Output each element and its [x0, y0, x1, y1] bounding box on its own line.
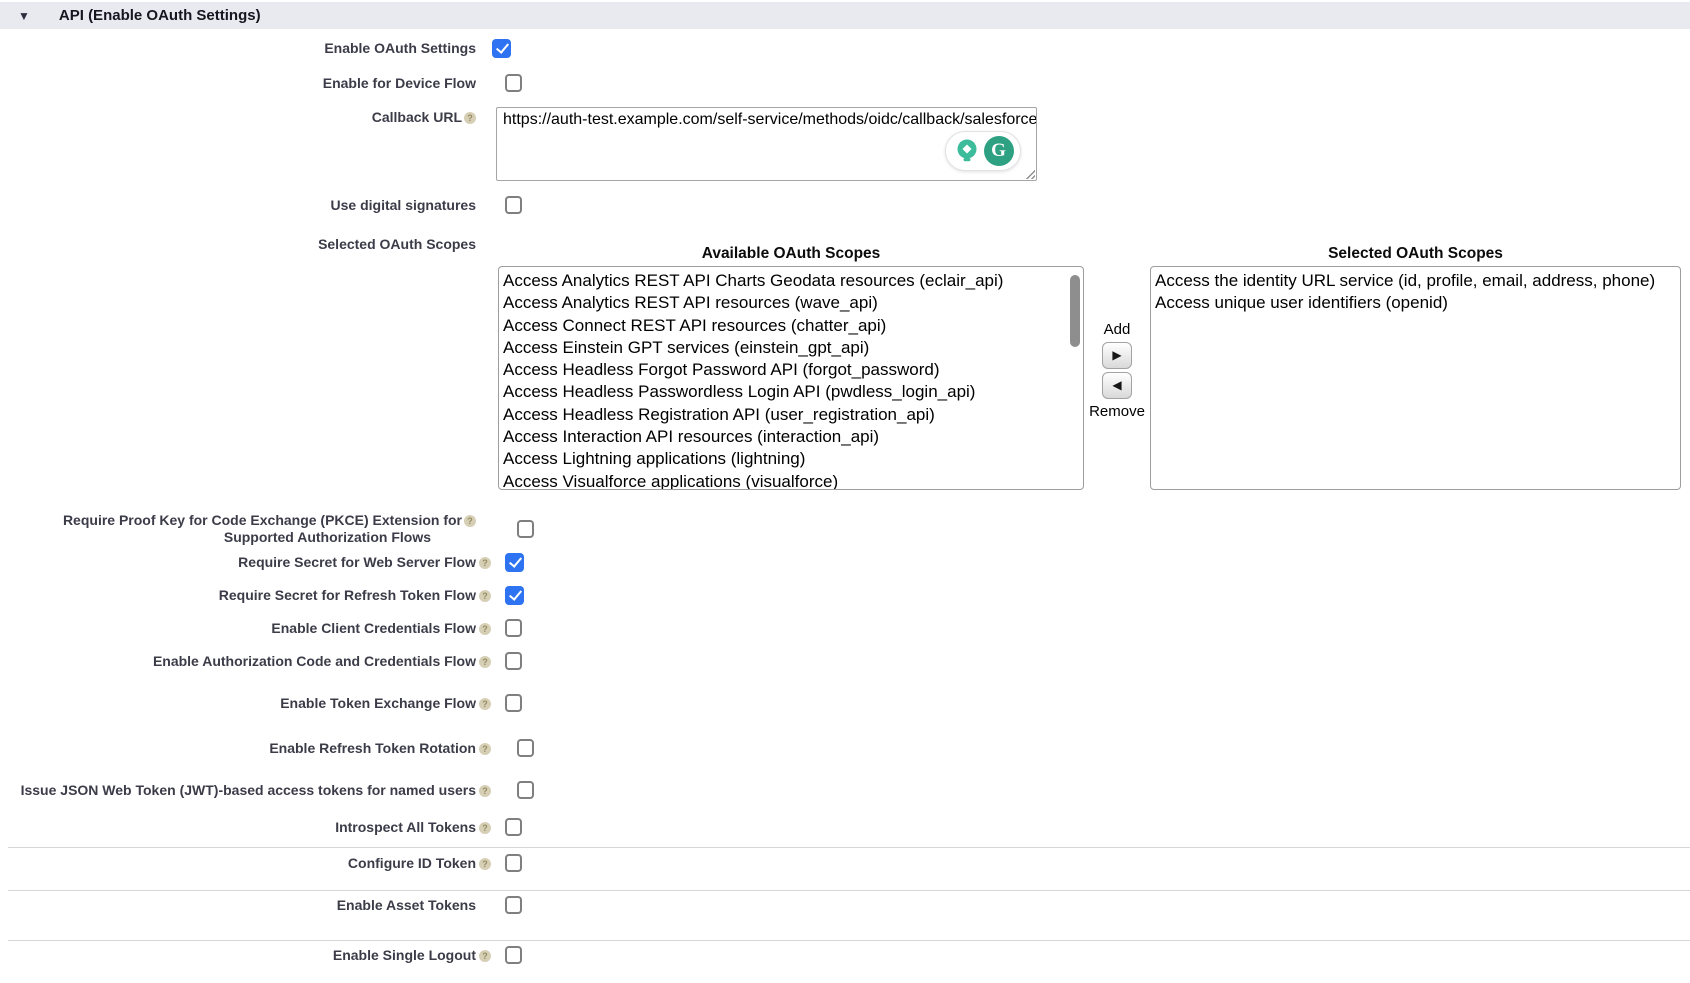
web-server-flow-checkbox[interactable]: [505, 553, 524, 572]
jwt-named-users-row: Issue JSON Web Token (JWT)-based access …: [0, 780, 1690, 800]
help-icon[interactable]: ?: [479, 743, 491, 755]
row-divider: [8, 890, 1690, 891]
help-icon[interactable]: ?: [479, 858, 491, 870]
pkce-row: Require Proof Key for Code Exchange (PKC…: [0, 512, 1690, 546]
scope-option[interactable]: Access Einstein GPT services (einstein_g…: [503, 337, 1083, 359]
device-flow-checkbox[interactable]: [505, 74, 522, 92]
single-logout-checkbox[interactable]: [505, 946, 522, 964]
web-server-flow-label: Require Secret for Web Server Flow?: [0, 554, 476, 571]
callback-url-row: Callback URL? https://auth-test.example.…: [0, 107, 1690, 183]
introspect-tokens-checkbox[interactable]: [505, 818, 522, 836]
listbox-scrollbar-thumb[interactable]: [1070, 275, 1080, 347]
scope-option[interactable]: Access Connect REST API resources (chatt…: [503, 315, 1083, 337]
token-rotation-label: Enable Refresh Token Rotation?: [0, 740, 476, 757]
client-credentials-checkbox[interactable]: [505, 619, 522, 637]
scope-transfer-controls: Add ▶ ◀ Remove: [1084, 232, 1150, 490]
scope-option[interactable]: Access Headless Passwordless Login API (…: [503, 381, 1083, 403]
help-icon[interactable]: ?: [479, 590, 491, 602]
token-rotation-row: Enable Refresh Token Rotation?: [0, 738, 1690, 758]
configure-id-token-label: Configure ID Token?: [0, 855, 476, 872]
remove-label: Remove: [1089, 402, 1145, 421]
asset-tokens-checkbox[interactable]: [505, 896, 522, 914]
digital-signatures-row: Use digital signatures: [0, 195, 1690, 215]
asset-tokens-label: Enable Asset Tokens: [0, 897, 476, 914]
row-divider: [8, 847, 1690, 848]
help-icon[interactable]: ?: [479, 698, 491, 710]
help-icon[interactable]: ?: [479, 950, 491, 962]
asset-tokens-row: Enable Asset Tokens: [0, 895, 1690, 915]
browser-extension-pill: G: [945, 131, 1021, 171]
refresh-token-flow-label: Require Secret for Refresh Token Flow?: [0, 587, 476, 604]
help-icon[interactable]: ?: [479, 623, 491, 635]
scope-option[interactable]: Access Analytics REST API Charts Geodata…: [503, 270, 1083, 292]
available-scopes-listbox[interactable]: Access Analytics REST API Charts Geodata…: [498, 266, 1084, 490]
scope-option[interactable]: Access Visualforce applications (visualf…: [503, 471, 1083, 490]
help-icon[interactable]: ?: [479, 656, 491, 668]
auth-code-credentials-label: Enable Authorization Code and Credential…: [0, 653, 476, 670]
token-exchange-row: Enable Token Exchange Flow?: [0, 693, 1690, 713]
configure-id-token-checkbox[interactable]: [505, 854, 522, 872]
scope-option[interactable]: Access Headless Forgot Password API (for…: [503, 359, 1083, 381]
oauth-scopes-row: Selected OAuth Scopes Available OAuth Sc…: [0, 232, 1690, 490]
scope-option[interactable]: Access unique user identifiers (openid): [1155, 292, 1680, 314]
digital-signatures-label: Use digital signatures: [0, 197, 476, 214]
web-server-flow-row: Require Secret for Web Server Flow?: [0, 552, 1690, 572]
refresh-token-flow-row: Require Secret for Refresh Token Flow?: [0, 585, 1690, 605]
refresh-token-flow-checkbox[interactable]: [505, 586, 524, 605]
add-scope-button[interactable]: ▶: [1102, 342, 1132, 369]
help-icon[interactable]: ?: [479, 822, 491, 834]
jwt-named-users-label: Issue JSON Web Token (JWT)-based access …: [0, 782, 476, 799]
grammarly-icon[interactable]: G: [984, 136, 1014, 166]
introspect-tokens-row: Introspect All Tokens?: [0, 817, 1690, 837]
token-exchange-checkbox[interactable]: [505, 694, 522, 712]
token-rotation-checkbox[interactable]: [517, 739, 534, 757]
digital-signatures-checkbox[interactable]: [505, 196, 522, 214]
device-flow-row: Enable for Device Flow: [0, 73, 1690, 93]
auth-code-credentials-checkbox[interactable]: [505, 652, 522, 670]
enable-oauth-label: Enable OAuth Settings: [0, 40, 476, 57]
client-credentials-label: Enable Client Credentials Flow?: [0, 620, 476, 637]
token-exchange-label: Enable Token Exchange Flow?: [0, 695, 476, 712]
help-icon[interactable]: ?: [479, 785, 491, 797]
oauth-scopes-label: Selected OAuth Scopes: [0, 232, 476, 253]
selected-scopes-header: Selected OAuth Scopes: [1150, 245, 1681, 266]
help-icon[interactable]: ?: [464, 515, 476, 527]
client-credentials-row: Enable Client Credentials Flow?: [0, 618, 1690, 638]
oauth-section-header: ▼ API (Enable OAuth Settings): [0, 2, 1690, 29]
scope-option[interactable]: Access Interaction API resources (intera…: [503, 426, 1083, 448]
lightbulb-sparkle-icon[interactable]: [953, 137, 981, 165]
row-divider: [8, 940, 1690, 941]
pkce-label: Require Proof Key for Code Exchange (PKC…: [0, 512, 476, 546]
introspect-tokens-label: Introspect All Tokens?: [0, 819, 476, 836]
remove-scope-button[interactable]: ◀: [1102, 372, 1132, 399]
auth-code-credentials-row: Enable Authorization Code and Credential…: [0, 651, 1690, 671]
device-flow-label: Enable for Device Flow: [0, 75, 476, 92]
single-logout-row: Enable Single Logout?: [0, 945, 1690, 965]
scope-option[interactable]: Access Analytics REST API resources (wav…: [503, 292, 1083, 314]
jwt-named-users-checkbox[interactable]: [517, 781, 534, 799]
section-title: API (Enable OAuth Settings): [59, 7, 261, 24]
configure-id-token-row: Configure ID Token?: [0, 853, 1690, 873]
help-icon[interactable]: ?: [464, 112, 476, 124]
enable-oauth-checkbox[interactable]: [492, 39, 511, 58]
pkce-checkbox[interactable]: [517, 520, 534, 538]
callback-url-label: Callback URL?: [0, 107, 476, 126]
available-scopes-header: Available OAuth Scopes: [498, 245, 1084, 266]
enable-oauth-row: Enable OAuth Settings: [0, 38, 1690, 58]
help-icon[interactable]: ?: [479, 557, 491, 569]
scope-option[interactable]: Access Lightning applications (lightning…: [503, 448, 1083, 470]
scope-option[interactable]: Access Headless Registration API (user_r…: [503, 404, 1083, 426]
collapse-triangle-icon[interactable]: ▼: [18, 10, 30, 22]
add-label: Add: [1104, 320, 1131, 339]
scope-option[interactable]: Access the identity URL service (id, pro…: [1155, 270, 1680, 292]
single-logout-label: Enable Single Logout?: [0, 947, 476, 964]
selected-scopes-listbox[interactable]: Access the identity URL service (id, pro…: [1150, 266, 1681, 490]
